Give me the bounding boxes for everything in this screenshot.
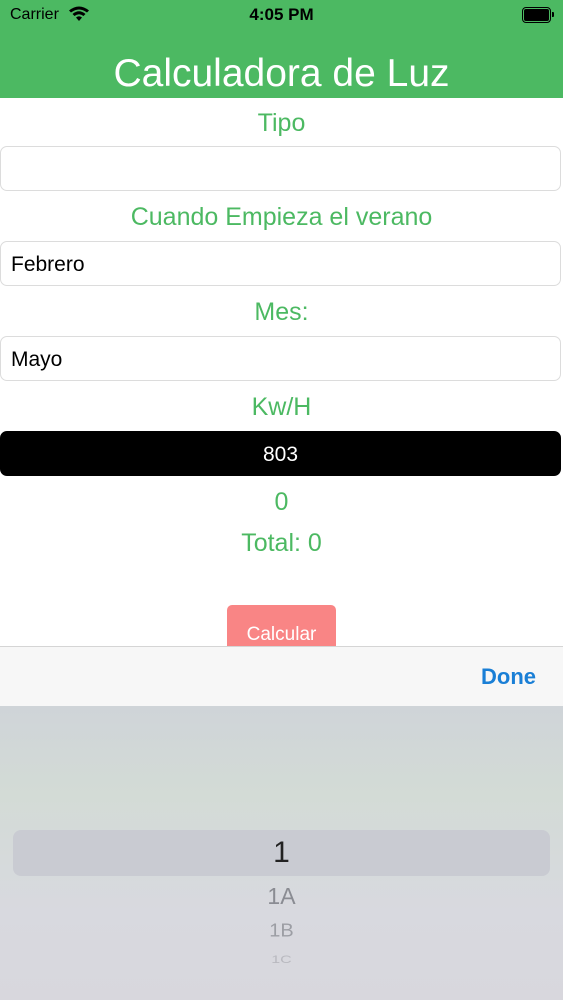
battery-icon: [522, 7, 554, 23]
picker-item[interactable]: 1C: [0, 954, 563, 967]
status-bar: Carrier 4:05 PM: [0, 0, 563, 30]
navigation-header: Carrier 4:05 PM Calculadora de Luz: [0, 0, 563, 98]
total-label: Total: 0: [241, 529, 322, 557]
mes-label: Mes:: [254, 298, 309, 326]
picker-item[interactable]: 1A: [0, 883, 563, 910]
page-title: Calculadora de Luz: [113, 52, 450, 95]
mes-field[interactable]: Mayo: [0, 336, 561, 381]
picker-item[interactable]: 1B: [0, 921, 563, 942]
done-button[interactable]: Done: [481, 664, 536, 690]
kwh-label: Kw/H: [251, 393, 312, 421]
tipo-label: Tipo: [257, 109, 306, 137]
status-time: 4:05 PM: [249, 5, 314, 24]
result-value: 0: [274, 488, 289, 516]
tipo-field[interactable]: [0, 146, 561, 191]
kwh-field[interactable]: 803: [0, 431, 561, 476]
verano-field[interactable]: Febrero: [0, 241, 561, 286]
picker-item-selected[interactable]: 1: [0, 836, 563, 870]
picker-toolbar: Done: [0, 646, 563, 706]
verano-label: Cuando Empieza el verano: [130, 203, 433, 231]
picker-wheel[interactable]: 1 1A 1B 1C: [0, 706, 563, 1000]
